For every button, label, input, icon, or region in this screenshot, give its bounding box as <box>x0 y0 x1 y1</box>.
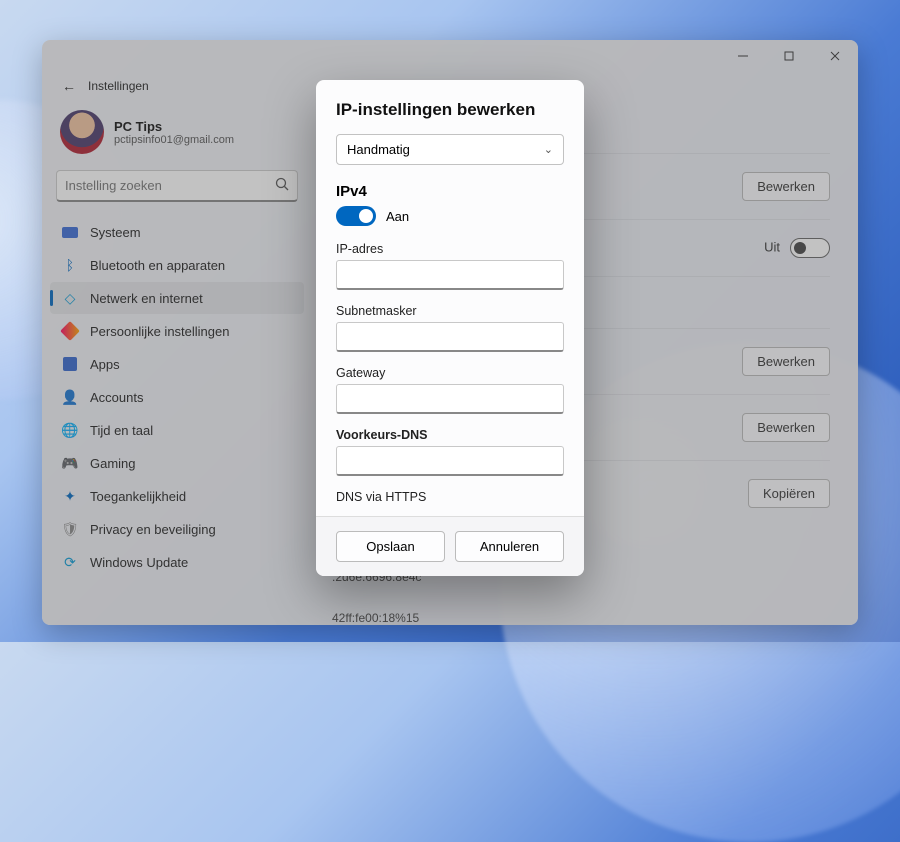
dns-label: Voorkeurs-DNS <box>336 428 564 442</box>
toggle-state-label: Aan <box>386 209 409 224</box>
dns-https-label: DNS via HTTPS <box>336 490 564 504</box>
ipv4-toggle[interactable] <box>336 206 376 226</box>
ip-address-label: IP-adres <box>336 242 564 256</box>
ip-mode-select[interactable]: Handmatig ⌄ <box>336 134 564 165</box>
gateway-label: Gateway <box>336 366 564 380</box>
dns-input[interactable] <box>336 446 564 476</box>
cancel-button[interactable]: Annuleren <box>455 531 564 562</box>
dialog-title: IP-instellingen bewerken <box>336 100 564 120</box>
settings-window: ← Instellingen PC Tips pctipsinfo01@gmai… <box>42 40 858 625</box>
gateway-input[interactable] <box>336 384 564 414</box>
chevron-down-icon: ⌄ <box>544 143 553 156</box>
ip-settings-dialog: IP-instellingen bewerken Handmatig ⌄ IPv… <box>316 80 584 576</box>
modal-overlay: IP-instellingen bewerken Handmatig ⌄ IPv… <box>42 40 858 625</box>
ip-address-input[interactable] <box>336 260 564 290</box>
subnet-label: Subnetmasker <box>336 304 564 318</box>
save-button[interactable]: Opslaan <box>336 531 445 562</box>
ipv4-heading: IPv4 <box>336 183 564 200</box>
subnet-input[interactable] <box>336 322 564 352</box>
select-value: Handmatig <box>347 142 410 157</box>
